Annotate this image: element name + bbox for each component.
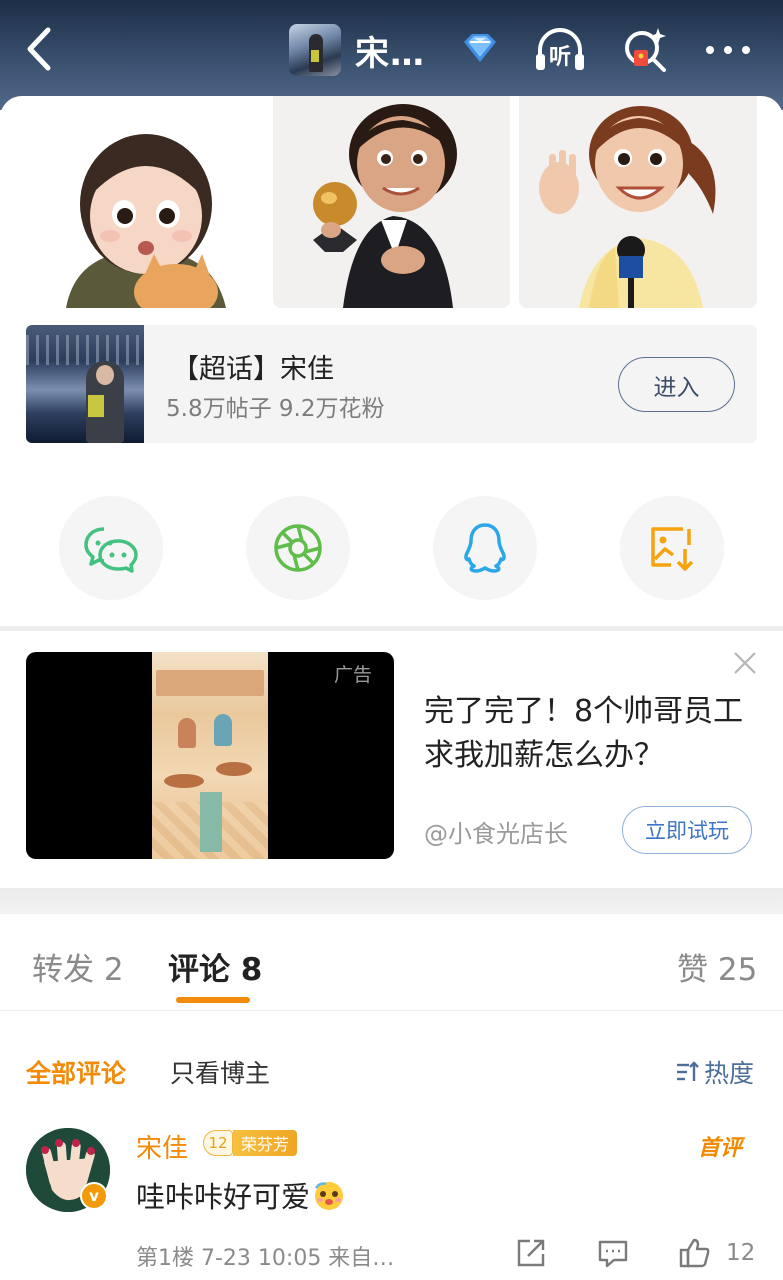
fan-badge-label: 荣芬芳 — [233, 1130, 298, 1156]
search-sparkle-button[interactable] — [618, 24, 674, 76]
tab-likes[interactable]: 赞 25 — [677, 944, 757, 989]
qq-icon — [464, 523, 506, 573]
enter-supertopic-button[interactable]: 进入 — [618, 357, 735, 412]
share-comment-button[interactable] — [514, 1236, 548, 1270]
comment-like-count: 12 — [726, 1240, 756, 1266]
fan-level-badge[interactable]: 12 荣芬芳 — [203, 1130, 298, 1156]
share-qq-button[interactable] — [433, 496, 537, 600]
more-icon — [706, 46, 750, 54]
commenter-name[interactable]: 宋佳 — [136, 1128, 188, 1165]
listen-button[interactable]: 听 — [532, 24, 588, 76]
sticker-woman-with-microphone[interactable] — [519, 96, 757, 308]
share-icon — [517, 1239, 545, 1267]
active-tab-indicator — [176, 997, 250, 1003]
back-button[interactable] — [18, 22, 62, 76]
section-divider — [0, 888, 783, 914]
filter-host-only[interactable]: 只看博主 — [170, 1054, 270, 1090]
author-avatar[interactable] — [289, 24, 341, 76]
divider — [0, 1010, 783, 1011]
divider — [0, 626, 783, 631]
share-moments-button[interactable] — [246, 496, 350, 600]
tab-comments[interactable]: 评论 8 — [168, 944, 262, 989]
verified-badge: v — [80, 1182, 108, 1210]
save-image-button[interactable] — [620, 496, 724, 600]
filter-all-comments[interactable]: 全部评论 — [26, 1054, 126, 1090]
comment-icon — [598, 1240, 628, 1268]
cute-emoji-icon — [314, 1182, 344, 1210]
ad-close-button[interactable] — [732, 650, 758, 676]
comment-text[interactable]: 哇咔咔好可爱 — [136, 1174, 346, 1216]
first-comment-tag: 首评 — [698, 1136, 743, 1161]
reply-comment-button[interactable] — [596, 1236, 630, 1270]
comment-meta: 第1楼 7-23 10:05 来自… — [136, 1246, 395, 1271]
supertopic-thumbnail — [26, 325, 144, 443]
sticker-woman-with-trophy[interactable] — [273, 96, 510, 308]
sticker-girl-with-dog[interactable] — [26, 96, 266, 308]
sort-icon — [677, 1061, 699, 1081]
close-icon — [734, 652, 756, 674]
moments-icon — [274, 524, 322, 572]
more-button[interactable] — [702, 24, 754, 76]
ad-title[interactable]: 完了完了！8个帅哥员工求我加薪怎么办？ — [424, 690, 754, 778]
svg-text:听: 听 — [549, 45, 571, 70]
save-image-icon — [651, 527, 694, 571]
fan-level-number: 12 — [203, 1130, 233, 1156]
ad-source[interactable]: @小食光店长 — [424, 814, 568, 849]
wechat-icon — [84, 527, 138, 573]
comment-body: 哇咔咔好可爱 — [136, 1180, 311, 1214]
thumbs-up-icon — [679, 1238, 710, 1268]
like-comment-button[interactable] — [678, 1236, 712, 1270]
tab-repost[interactable]: 转发 2 — [32, 944, 124, 989]
back-icon — [27, 27, 51, 71]
supertopic-stats: 5.8万帖子 9.2万花粉 — [166, 396, 385, 422]
diamond-icon[interactable] — [452, 24, 508, 76]
supertopic-title: 【超话】宋佳 — [172, 354, 334, 385]
sort-button[interactable]: 热度 — [674, 1054, 754, 1090]
share-wechat-button[interactable] — [59, 496, 163, 600]
sort-label: 热度 — [704, 1059, 755, 1088]
page-title[interactable]: 宋… — [355, 26, 425, 75]
ad-try-button[interactable]: 立即试玩 — [622, 806, 752, 854]
search-sparkle-icon — [625, 28, 666, 72]
ad-label: 广告 — [334, 664, 373, 686]
listen-icon: 听 — [536, 28, 584, 70]
